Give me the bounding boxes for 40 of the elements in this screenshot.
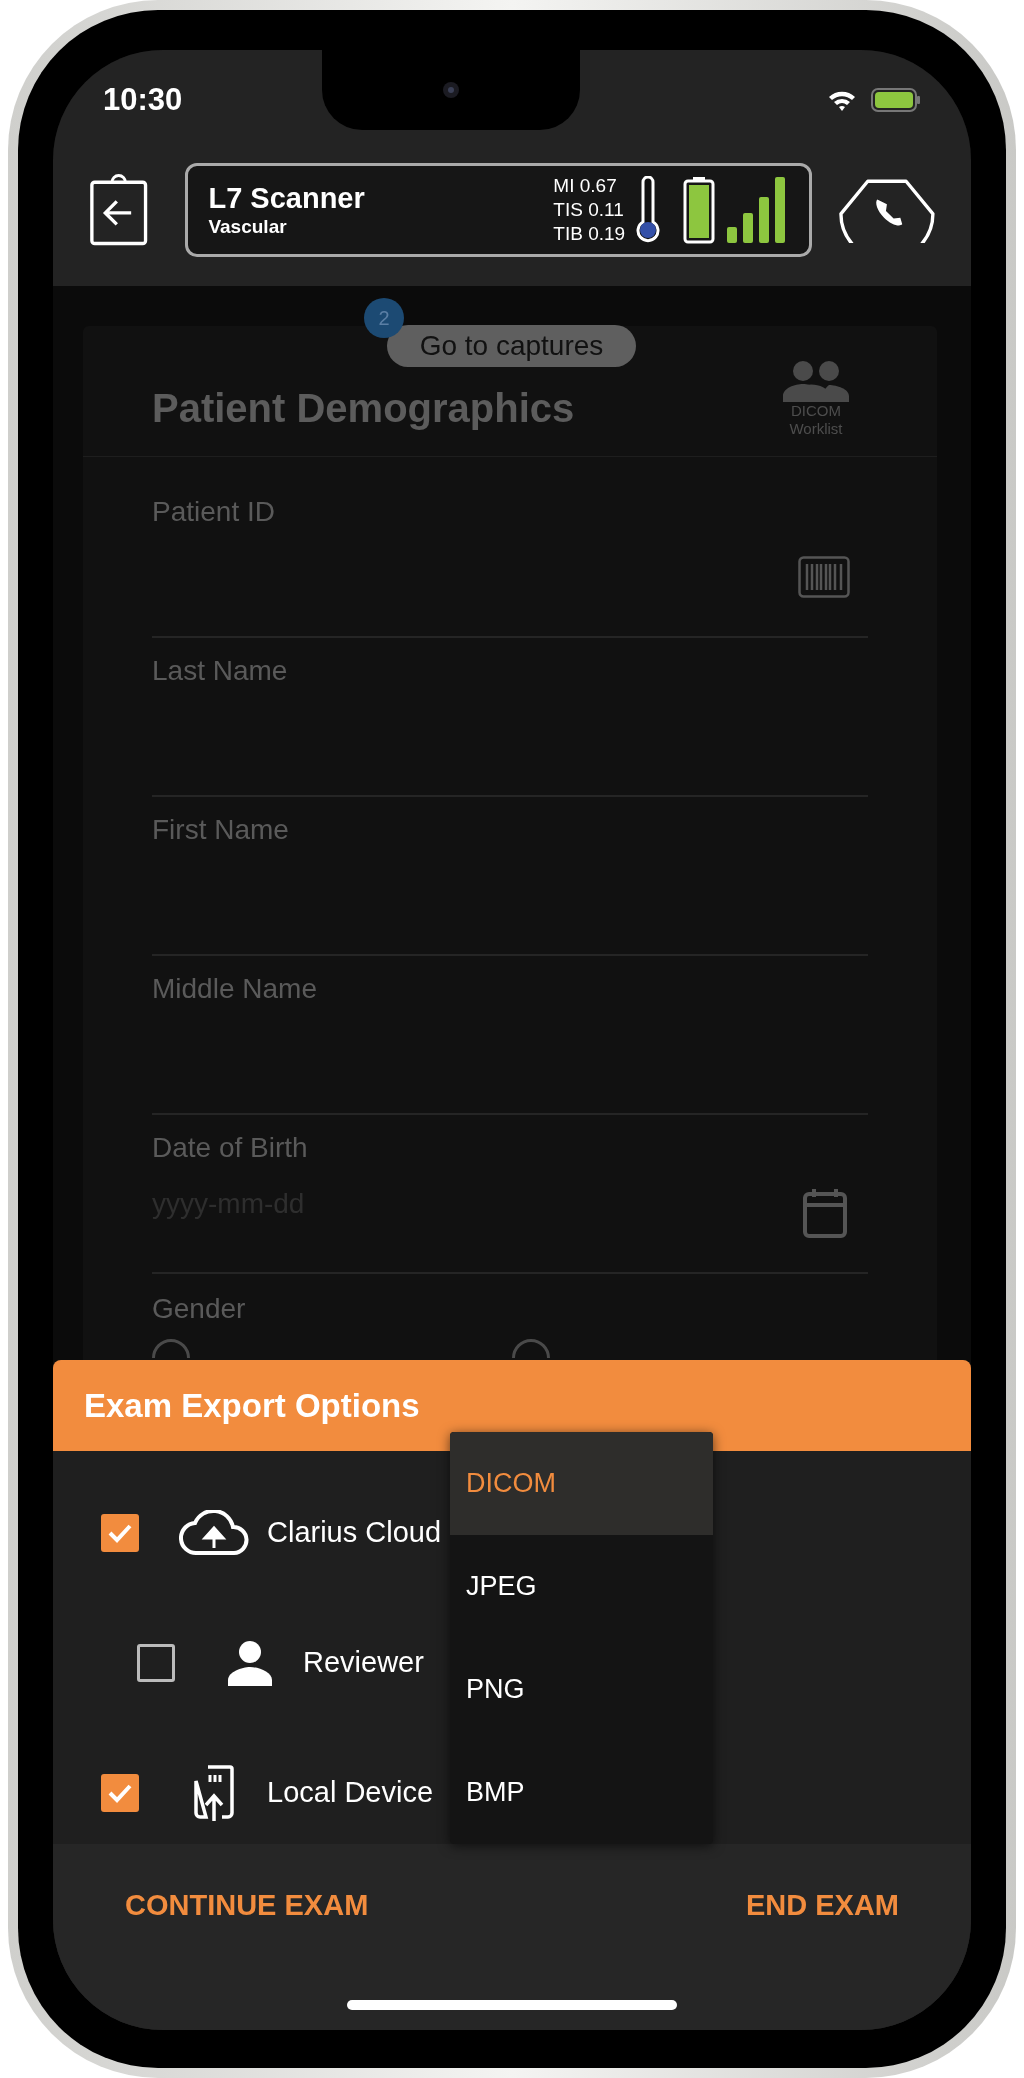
destination-label: Reviewer (303, 1645, 424, 1681)
cloud-upload-icon (179, 1510, 249, 1556)
checkbox[interactable] (101, 1514, 139, 1552)
battery-icon (871, 88, 921, 112)
acoustic-reading: MI 0.67 (553, 174, 618, 198)
thermometer-icon (635, 176, 662, 244)
check-icon (107, 1782, 133, 1804)
form-title: Patient Demographics (152, 385, 575, 432)
action-button[interactable]: CONTINUE EXAM (125, 1884, 369, 1928)
menu-item[interactable]: DICOM (450, 1432, 713, 1535)
acoustic-reading: TIB 0.19 (553, 222, 626, 246)
check-icon (107, 1522, 133, 1544)
gender-label: Gender (152, 1293, 246, 1324)
checkbox[interactable] (137, 1644, 175, 1682)
checkbox[interactable] (101, 1774, 139, 1812)
radio-button[interactable] (512, 1338, 550, 1358)
action-button[interactable]: END EXAM (745, 1884, 899, 1928)
barcode-icon (798, 556, 850, 598)
sd-card-upload-icon (194, 1765, 234, 1821)
people-icon (783, 360, 849, 402)
acoustic-reading: TIS 0.11 (553, 198, 625, 222)
menu-item[interactable]: BMP (450, 1741, 713, 1844)
go-to-captures-button[interactable]: Go to captures (387, 325, 636, 367)
probe-battery-icon (683, 176, 716, 244)
scanner-name: L7 Scanner (208, 181, 366, 215)
preset-name: Vascular (208, 215, 288, 239)
scanner-status-panel[interactable]: L7 Scanner Vascular MI 0.67 TIS 0.11 TIB 0.19 (185, 163, 813, 257)
destination-label: Local Device (267, 1775, 434, 1811)
menu-item[interactable]: PNG (450, 1638, 713, 1741)
status-time: 10:30 (103, 80, 183, 119)
destination-label: Clarius Cloud (267, 1515, 442, 1551)
calendar-icon (802, 1187, 848, 1239)
ultrasound-call-icon[interactable] (839, 177, 935, 243)
camera-icon (442, 81, 460, 99)
person-icon (227, 1640, 273, 1686)
capture-count-badge: 2 (364, 298, 404, 338)
menu-item[interactable]: JPEG (450, 1535, 713, 1638)
clipboard-back-icon[interactable] (89, 172, 149, 248)
radio-button[interactable] (152, 1338, 190, 1358)
sheet-title: Exam Export Options (53, 1360, 971, 1451)
